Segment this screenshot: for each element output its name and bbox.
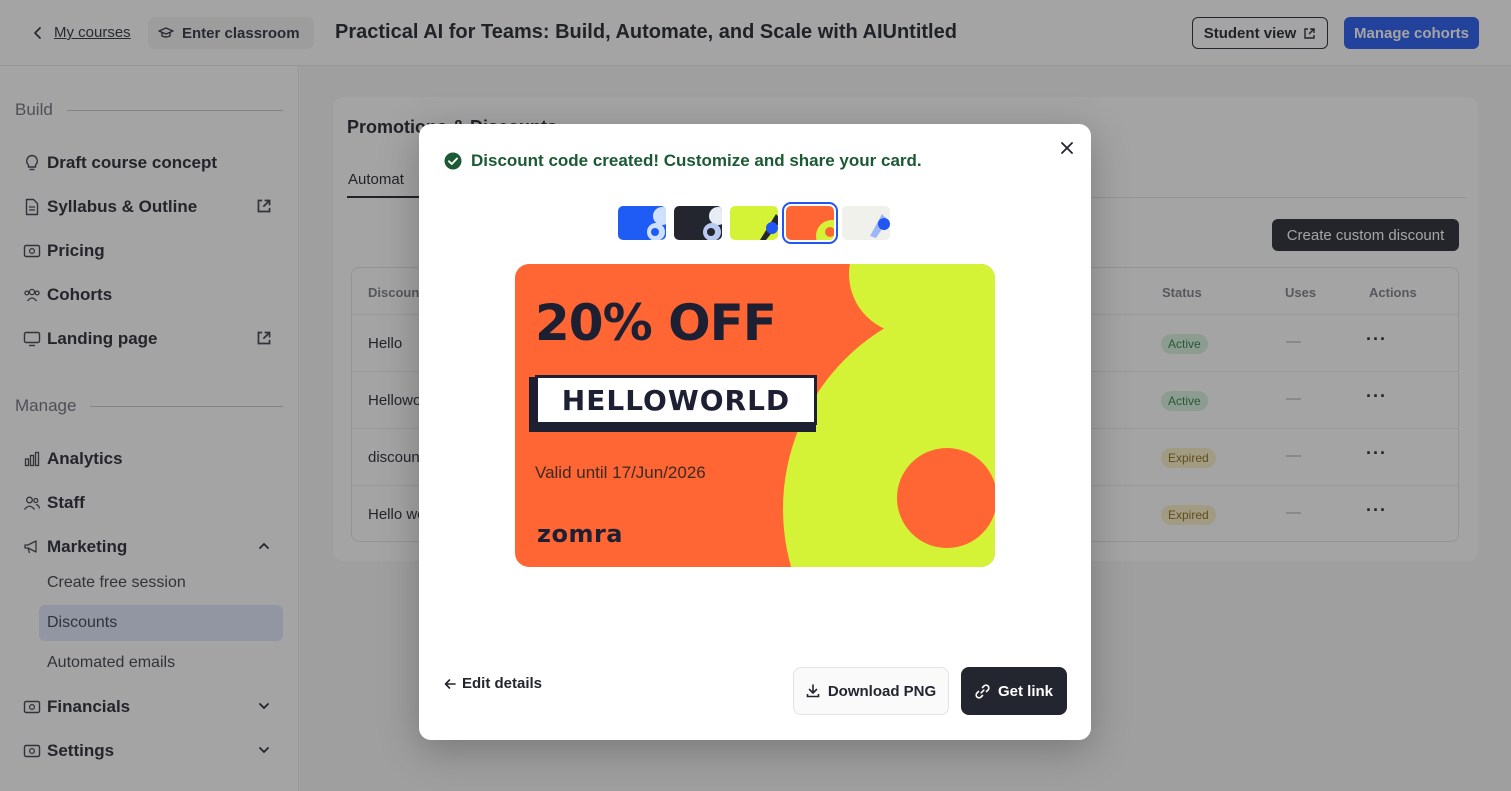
arrow-left-icon <box>444 678 456 689</box>
download-png-button[interactable]: Download PNG <box>793 667 949 715</box>
link-icon <box>975 683 990 699</box>
get-link-button[interactable]: Get link <box>961 667 1067 715</box>
check-circle-icon <box>444 152 462 170</box>
get-link-label: Get link <box>997 682 1053 700</box>
discount-card-preview: 20% OFF HELLOWORLD Valid until 17/Jun/20… <box>515 264 995 567</box>
discount-code: HELLOWORLD <box>535 375 817 425</box>
success-banner: Discount code created! Customize and sha… <box>444 151 922 171</box>
card-headline: 20% OFF <box>535 294 777 352</box>
brand-logo: zomra <box>537 520 623 548</box>
swatch-cream[interactable] <box>842 206 890 240</box>
edit-details-label: Edit details <box>462 675 543 692</box>
card-theme-picker <box>618 202 890 244</box>
share-card-modal: Discount code created! Customize and sha… <box>419 124 1091 740</box>
edit-details-link[interactable]: Edit details <box>444 675 542 692</box>
card-valid-until: Valid until 17/Jun/2026 <box>535 463 706 482</box>
success-message: Discount code created! Customize and sha… <box>471 151 922 170</box>
swatch-dark[interactable] <box>674 206 722 240</box>
download-icon <box>806 684 820 698</box>
download-png-label: Download PNG <box>827 682 937 700</box>
close-icon[interactable] <box>1058 139 1076 157</box>
swatch-lime[interactable] <box>730 206 778 240</box>
swatch-orange[interactable] <box>782 202 838 244</box>
swatch-blue[interactable] <box>618 206 666 240</box>
